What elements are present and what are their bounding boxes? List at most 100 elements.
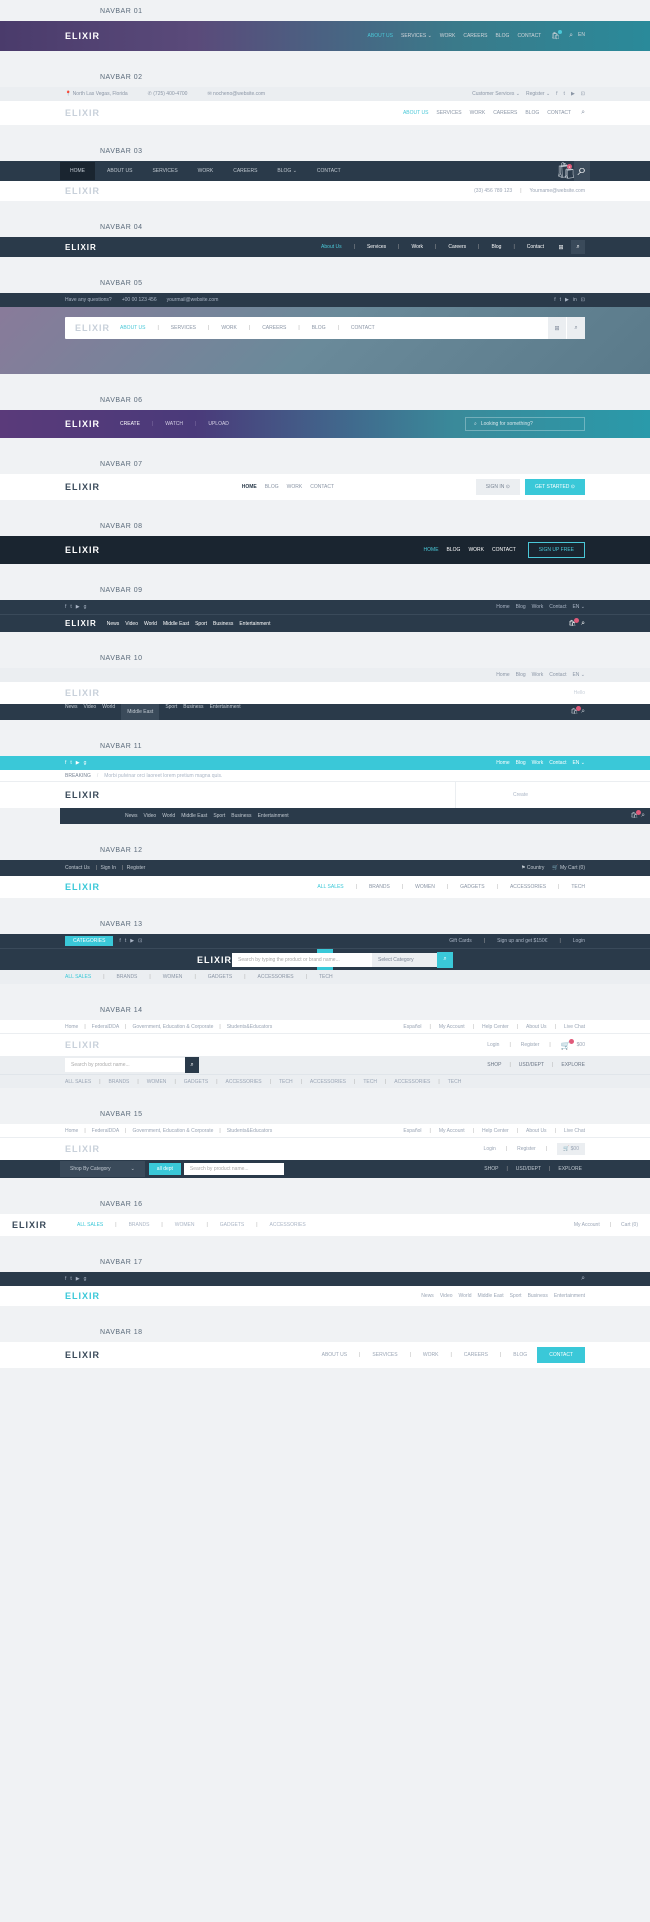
menu-item[interactable]: Business: [528, 1293, 548, 1299]
cart-link[interactable]: 🛒 My Cart (0): [552, 865, 585, 871]
logo[interactable]: ELIXIR: [65, 1040, 100, 1050]
menu-item[interactable]: Middle East: [163, 621, 189, 627]
menu-item[interactable]: ACCESSORIES: [310, 1079, 346, 1085]
youtube-icon[interactable]: ▶: [571, 91, 575, 97]
search-button[interactable]: ⌕: [437, 952, 453, 968]
menu-item[interactable]: HOME: [424, 547, 439, 553]
explore-link[interactable]: EXPLORE: [558, 1166, 582, 1172]
logo[interactable]: ELIXIR: [65, 545, 100, 555]
twitter-icon[interactable]: t: [564, 91, 565, 97]
menu-item[interactable]: WORK: [221, 325, 237, 331]
search-icon[interactable]: ⌕: [581, 1275, 585, 1283]
menu-item[interactable]: ACCESSORIES: [510, 884, 546, 890]
top-link[interactable]: Government, Education & Corporate: [132, 1128, 213, 1134]
menu-item[interactable]: CONTACT: [547, 110, 571, 116]
menu-item[interactable]: ALL SALES: [77, 1222, 103, 1228]
search-icon[interactable]: ⌕: [581, 620, 585, 628]
category-select[interactable]: Select Category: [372, 953, 437, 967]
menu-item[interactable]: Entertainment: [210, 704, 241, 720]
signin-link[interactable]: Sign In: [100, 865, 116, 871]
menu-item[interactable]: CONTACT: [311, 168, 347, 174]
twitter-icon[interactable]: t: [70, 760, 71, 766]
top-link[interactable]: Help Center: [482, 1128, 509, 1134]
menu-item[interactable]: BRANDS: [109, 1079, 130, 1085]
menu-item[interactable]: ALL SALES: [65, 1079, 91, 1085]
top-link[interactable]: Contact: [549, 604, 566, 610]
menu-item[interactable]: Video: [144, 813, 157, 819]
top-link[interactable]: Home: [65, 1024, 78, 1030]
twitter-icon[interactable]: t: [70, 604, 71, 610]
login-link[interactable]: Login: [484, 1146, 496, 1152]
menu-item[interactable]: SERVICES: [171, 325, 196, 331]
top-link[interactable]: Blog: [516, 760, 526, 766]
menu-item[interactable]: CAREERS: [493, 110, 517, 116]
menu-item[interactable]: ABOUT US: [120, 325, 145, 331]
menu-item[interactable]: SERVICES: [372, 1352, 397, 1358]
menu-item[interactable]: World: [102, 704, 115, 720]
top-link[interactable]: Home: [496, 672, 509, 678]
logo[interactable]: ELIXIR: [65, 31, 100, 41]
country-select[interactable]: ⚑ Country: [521, 865, 544, 871]
menu-item[interactable]: ACCESSORIES: [394, 1079, 430, 1085]
top-link[interactable]: Español: [403, 1128, 421, 1134]
shop-link[interactable]: SHOP: [484, 1166, 498, 1172]
top-link[interactable]: Students&Educators: [227, 1128, 273, 1134]
signup-button[interactable]: SIGN UP FREE: [528, 542, 585, 558]
menu-item[interactable]: UPLOAD: [208, 421, 229, 427]
instagram-icon[interactable]: ⊡: [138, 938, 142, 944]
menu-item[interactable]: News: [65, 704, 78, 720]
menu-item[interactable]: CONTACT: [351, 325, 375, 331]
logo[interactable]: ELIXIR: [65, 882, 100, 892]
top-link[interactable]: FederalDDA: [92, 1024, 120, 1030]
top-link[interactable]: Work: [532, 672, 544, 678]
menu-item[interactable]: ABOUT US: [101, 168, 138, 174]
menu-item[interactable]: Middle East: [477, 1293, 503, 1299]
menu-item[interactable]: BLOG: [496, 33, 510, 39]
register-link[interactable]: Register: [127, 865, 146, 871]
search-icon[interactable]: ⌕: [571, 240, 585, 254]
youtube-icon[interactable]: ▶: [565, 297, 569, 303]
top-link[interactable]: Live Chat: [564, 1024, 585, 1030]
twitter-icon[interactable]: t: [70, 1276, 71, 1282]
top-link[interactable]: My Account: [439, 1024, 465, 1030]
menu-item[interactable]: ALL SALES: [317, 884, 343, 890]
menu-item[interactable]: WOMEN: [147, 1079, 167, 1085]
contact-button[interactable]: CONTACT: [537, 1347, 585, 1363]
menu-item[interactable]: Entertainment: [239, 621, 270, 627]
top-link[interactable]: Contact: [549, 672, 566, 678]
menu-item[interactable]: About Us: [321, 244, 342, 250]
menu-item[interactable]: ABOUT US: [403, 110, 428, 116]
top-link[interactable]: Home: [65, 1128, 78, 1134]
menu-item[interactable]: CAREERS: [463, 33, 487, 39]
menu-item[interactable]: Sport: [165, 704, 177, 720]
logo[interactable]: ELIXIR: [65, 1350, 100, 1360]
menu-item[interactable]: BRANDS: [117, 974, 138, 980]
menu-item[interactable]: SERVICES: [146, 168, 183, 174]
menu-item[interactable]: Middle East: [121, 704, 159, 720]
top-link[interactable]: Live Chat: [564, 1128, 585, 1134]
menu-item[interactable]: SERVICES: [436, 110, 461, 116]
menu-item[interactable]: News: [421, 1293, 434, 1299]
explore-link[interactable]: EXPLORE: [561, 1062, 585, 1068]
menu-item[interactable]: Business: [183, 704, 203, 720]
categories-button[interactable]: CATEGORIES: [65, 936, 113, 946]
lang-select[interactable]: EN: [578, 32, 585, 40]
menu-item[interactable]: ABOUT US: [322, 1352, 347, 1358]
menu-item[interactable]: Contact: [527, 244, 544, 250]
menu-item-home[interactable]: HOME: [60, 162, 95, 180]
menu-item[interactable]: Entertainment: [258, 813, 289, 819]
google-icon[interactable]: g: [84, 604, 87, 610]
youtube-icon[interactable]: ▶: [76, 760, 80, 766]
top-link[interactable]: Government, Education & Corporate: [132, 1024, 213, 1030]
menu-item[interactable]: ACCESSORIES: [226, 1079, 262, 1085]
search-icon[interactable]: ⌕: [567, 317, 585, 339]
menu-item[interactable]: WORK: [470, 110, 486, 116]
menu-item[interactable]: TECH: [319, 974, 333, 980]
twitter-icon[interactable]: t: [125, 938, 126, 944]
customer-services-link[interactable]: Customer Services ⌄: [472, 91, 520, 97]
facebook-icon[interactable]: f: [65, 760, 66, 766]
cart-icon[interactable]: 🛍: [630, 812, 638, 820]
top-link[interactable]: Work: [532, 760, 544, 766]
cart-icon[interactable]: 🛍: [570, 708, 578, 716]
menu-item[interactable]: BLOG: [312, 325, 326, 331]
